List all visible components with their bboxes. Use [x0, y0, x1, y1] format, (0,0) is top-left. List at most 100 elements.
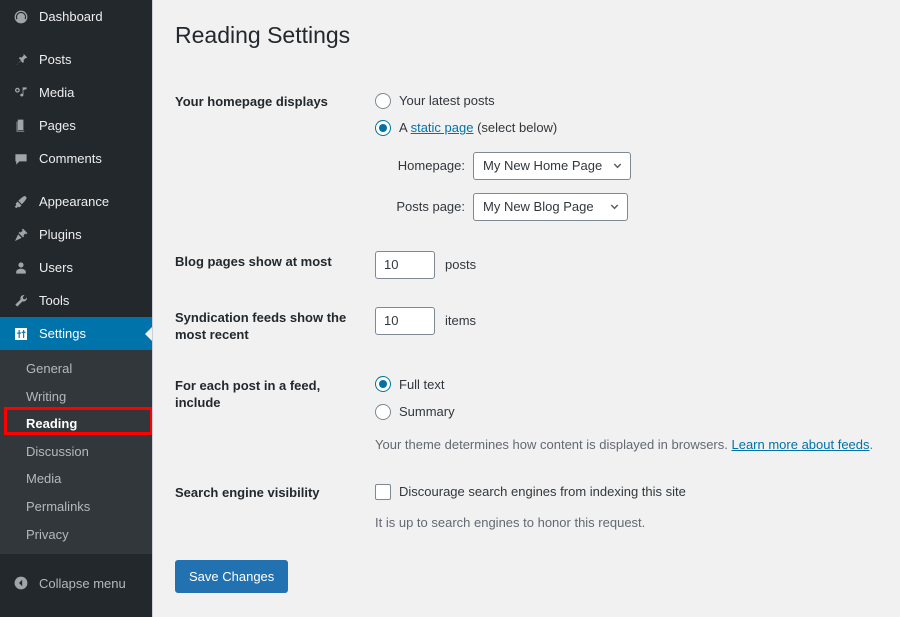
pages-icon	[11, 116, 31, 136]
feed-description-suffix: .	[869, 436, 874, 452]
media-icon	[11, 83, 31, 103]
blog-pages-control: posts	[375, 250, 877, 279]
submenu-item-permalinks[interactable]: Permalinks	[0, 493, 152, 521]
sidebar-item-users[interactable]: Users	[0, 251, 152, 284]
sidebar-item-label: Tools	[39, 293, 70, 308]
static-page-suffix: (select below)	[473, 120, 558, 136]
setting-row-blog-pages: Blog pages show at most posts	[175, 237, 887, 293]
submenu-item-privacy[interactable]: Privacy	[0, 521, 152, 549]
static-page-prefix: A	[399, 120, 411, 136]
syndication-feeds-label: Syndication feeds show the most recent	[175, 309, 347, 342]
radio-latest-posts-label: Your latest posts	[399, 92, 495, 108]
homepage-select-caption: Homepage:	[397, 158, 465, 174]
feed-description-prefix: Your theme determines how content is dis…	[375, 436, 732, 452]
setting-row-search-engine-visibility: Search engine visibility Discourage sear…	[175, 468, 887, 546]
reading-settings-form: Your homepage displays Your latest posts…	[175, 77, 887, 546]
sidebar-item-label: Plugins	[39, 227, 82, 242]
appearance-icon	[11, 192, 31, 212]
static-page-link[interactable]: static page	[411, 120, 474, 135]
syndication-feeds-control: items	[375, 306, 877, 335]
sidebar-item-label: Posts	[39, 52, 72, 67]
admin-sidebar: Dashboard Posts Media Pages Comments App…	[0, 0, 153, 617]
radio-summary-row[interactable]: Summary	[375, 402, 877, 422]
submenu-item-discussion[interactable]: Discussion	[0, 438, 152, 466]
radio-latest-posts[interactable]	[375, 92, 391, 109]
settings-icon	[11, 324, 31, 344]
learn-more-about-feeds-link[interactable]: Learn more about feeds	[731, 437, 869, 452]
homepage-displays-fieldset: Your latest posts A static page (select …	[375, 91, 877, 223]
radio-full-text[interactable]	[375, 376, 391, 393]
feed-include-label: For each post in a feed, include	[175, 377, 321, 410]
blog-pages-input[interactable]	[375, 250, 435, 279]
posts-page-select-row: Posts page: My New Blog Page	[375, 192, 877, 221]
sidebar-item-dashboard[interactable]: Dashboard	[0, 0, 152, 33]
sidebar-item-plugins[interactable]: Plugins	[0, 218, 152, 251]
radio-static-page-label: A static page (select below)	[399, 118, 557, 138]
blog-pages-unit: posts	[445, 257, 477, 273]
radio-full-text-label: Full text	[399, 376, 445, 392]
save-changes-button[interactable]: Save Changes	[175, 560, 289, 594]
submenu-item-media[interactable]: Media	[0, 465, 152, 493]
arrow-left-circle-icon	[11, 573, 31, 593]
sidebar-item-label: Pages	[39, 118, 76, 133]
sidebar-item-label: Settings	[39, 326, 86, 341]
sidebar-item-pages[interactable]: Pages	[0, 109, 152, 142]
sidebar-item-media[interactable]: Media	[0, 76, 152, 109]
menu-separator	[0, 175, 152, 185]
setting-row-homepage-displays: Your homepage displays Your latest posts…	[175, 77, 887, 237]
homepage-select-row: Homepage: My New Home Page	[375, 151, 877, 180]
user-icon	[11, 258, 31, 278]
sidebar-item-settings[interactable]: Settings	[0, 317, 153, 350]
search-engine-visibility-label: Search engine visibility	[175, 485, 320, 501]
submenu-item-writing[interactable]: Writing	[0, 383, 152, 411]
radio-static-page-row[interactable]: A static page (select below)	[375, 118, 877, 138]
posts-page-select[interactable]: My New Blog Page	[473, 192, 628, 221]
main-content: Reading Settings Your homepage displays …	[152, 0, 900, 617]
sidebar-item-tools[interactable]: Tools	[0, 284, 152, 317]
submenu-item-reading[interactable]: Reading	[0, 410, 152, 438]
setting-row-syndication-feeds: Syndication feeds show the most recent i…	[175, 293, 887, 361]
feed-include-description: Your theme determines how content is dis…	[375, 435, 877, 455]
radio-full-text-row[interactable]: Full text	[375, 375, 877, 395]
discourage-search-engines-label: Discourage search engines from indexing …	[399, 484, 686, 500]
submenu-item-general[interactable]: General	[0, 355, 152, 383]
tools-icon	[11, 291, 31, 311]
static-page-selects: Homepage: My New Home Page Posts page: M…	[375, 151, 877, 221]
radio-summary[interactable]	[375, 403, 391, 420]
search-engine-visibility-description: It is up to search engines to honor this…	[375, 514, 646, 530]
feed-include-fieldset: Full text Summary Your theme determines …	[375, 375, 877, 455]
homepage-select[interactable]: My New Home Page	[473, 151, 632, 180]
pin-icon	[11, 50, 31, 70]
submit-area: Save Changes	[175, 560, 900, 594]
plugin-icon	[11, 225, 31, 245]
syndication-feeds-unit: items	[445, 313, 477, 329]
page-title: Reading Settings	[175, 22, 351, 48]
sidebar-item-appearance[interactable]: Appearance	[0, 185, 152, 218]
sidebar-item-comments[interactable]: Comments	[0, 142, 152, 175]
radio-static-page[interactable]	[375, 120, 391, 137]
discourage-search-engines-row[interactable]: Discourage search engines from indexing …	[375, 482, 877, 502]
radio-summary-label: Summary	[399, 404, 455, 420]
blog-pages-label: Blog pages show at most	[175, 253, 332, 269]
posts-page-select-caption: Posts page:	[396, 199, 465, 215]
sidebar-item-label: Dashboard	[39, 9, 103, 24]
sidebar-item-label: Appearance	[39, 194, 110, 209]
sidebar-item-label: Comments	[39, 151, 102, 166]
setting-row-feed-include: For each post in a feed, include Full te…	[175, 361, 887, 469]
collapse-menu-button[interactable]: Collapse menu	[0, 566, 152, 600]
radio-latest-posts-row[interactable]: Your latest posts	[375, 91, 877, 111]
sidebar-item-label: Users	[39, 260, 73, 275]
menu-separator	[0, 33, 152, 43]
syndication-feeds-input[interactable]	[375, 306, 435, 335]
chevron-down-icon	[609, 201, 620, 212]
comment-icon	[11, 149, 31, 169]
wordpress-admin-screen: Dashboard Posts Media Pages Comments App…	[0, 0, 900, 617]
discourage-search-engines-checkbox[interactable]	[375, 483, 391, 500]
dashboard-icon	[11, 7, 31, 27]
search-engine-visibility-fieldset: Discourage search engines from indexing …	[375, 482, 877, 532]
sidebar-item-posts[interactable]: Posts	[0, 43, 152, 76]
settings-submenu: General Writing Reading Discussion Media…	[0, 350, 152, 555]
posts-page-select-value: My New Blog Page	[483, 199, 594, 215]
sidebar-item-label: Media	[39, 85, 75, 100]
chevron-down-icon	[612, 160, 623, 171]
